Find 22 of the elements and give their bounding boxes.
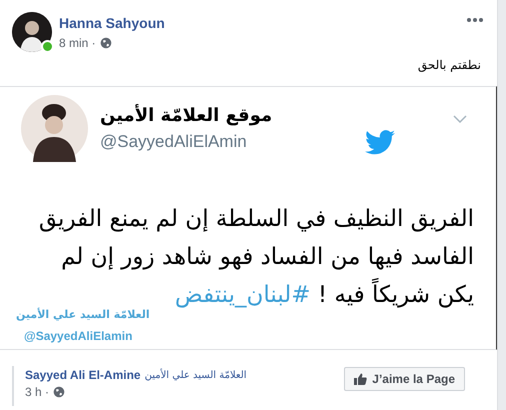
globe-icon (100, 37, 112, 49)
post-text: نطقتم بالحق (418, 58, 481, 72)
page-name[interactable]: Sayyed Ali El-Amine (25, 368, 141, 382)
signature-handle: @SayyedAliElamin (24, 329, 134, 343)
globe-icon (53, 386, 66, 398)
thumbs-up-icon (354, 373, 368, 385)
account-name: موقع العلامّة الأمين (100, 105, 272, 126)
avatar (21, 95, 88, 162)
like-page-button[interactable]: J’aime la Page (344, 367, 465, 391)
signature-name: العلامّة السيد علي الأمين (16, 308, 150, 321)
avatar[interactable] (12, 12, 52, 52)
tweet-text-line: الفاسد فيها من الفساد فهو شاهد زور إن لم (61, 243, 474, 272)
post-time[interactable]: 8 min · (59, 36, 96, 50)
account-handle: @SayyedAliElAmin (100, 132, 248, 152)
shared-time[interactable]: 3 h · (25, 385, 50, 399)
chevron-down-icon (453, 114, 467, 122)
bird-icon (365, 130, 395, 155)
author-name[interactable]: Hanna Sahyoun (59, 15, 165, 31)
hashtag: #لبنان_ينتفض (174, 281, 311, 310)
tweet-text-line: الفريق النظيف في السلطة إن لم يمنع الفريق (38, 205, 474, 234)
tweet-text-line: يكن شريكاً فيه ! (318, 276, 474, 314)
page-name-arabic[interactable]: العلامّة السيد علي الأمين (144, 370, 247, 380)
